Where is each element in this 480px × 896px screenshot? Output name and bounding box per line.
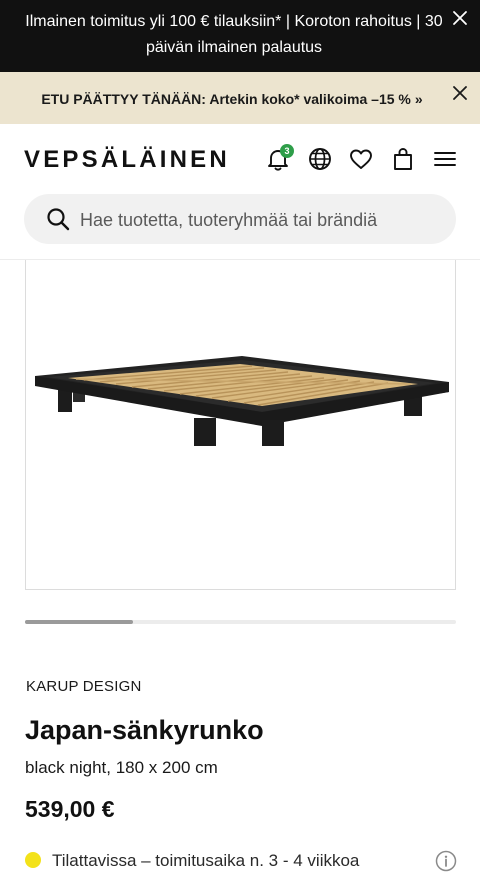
promo-bar[interactable]: ETU PÄÄTTYY TÄNÄÄN: Artekin koko* valiko… <box>0 72 480 124</box>
product-title: Japan-sänkyrunko <box>25 715 264 745</box>
notification-badge: 3 <box>280 144 294 158</box>
close-icon[interactable] <box>453 86 467 100</box>
search-bar[interactable]: Hae tuotetta, tuoteryhmää tai brändiä <box>24 194 456 244</box>
stock-status-dot <box>25 852 41 868</box>
logo[interactable]: VEPSÄLÄINEN <box>24 146 230 174</box>
product-price: 539,00 € <box>25 796 115 822</box>
info-icon[interactable] <box>435 850 457 872</box>
search-input[interactable]: Hae tuotetta, tuoteryhmää tai brändiä <box>80 209 377 231</box>
shipping-banner: Ilmainen toimitus yli 100 € tilauksiin* … <box>0 0 480 72</box>
promo-label: ETU PÄÄTTYY TÄNÄÄN: Artekin koko* valiko… <box>41 91 411 107</box>
menu-icon[interactable] <box>432 146 458 172</box>
site-header: VEPSÄLÄINEN <box>0 124 480 194</box>
product-variant: black night, 180 x 200 cm <box>25 758 218 777</box>
product-brand[interactable]: KARUP DESIGN <box>26 678 142 696</box>
close-icon[interactable] <box>452 10 468 26</box>
shipping-banner-text: Ilmainen toimitus yli 100 € tilauksiin* … <box>25 13 443 56</box>
stock-status-text: Tilattavissa – toimitusaika n. 3 - 4 vii… <box>52 851 360 870</box>
globe-icon[interactable] <box>307 146 333 172</box>
product-image-frame[interactable] <box>25 260 456 590</box>
heart-icon[interactable] <box>348 146 374 172</box>
search-icon <box>47 208 70 231</box>
promo-arrow-icon: » <box>414 91 423 107</box>
gallery-scroll-thumb[interactable] <box>25 620 133 624</box>
product-image[interactable] <box>26 260 457 590</box>
shopping-bag-icon[interactable] <box>390 146 416 172</box>
promo-text[interactable]: ETU PÄÄTTYY TÄNÄÄN: Artekin koko* valiko… <box>0 89 464 109</box>
